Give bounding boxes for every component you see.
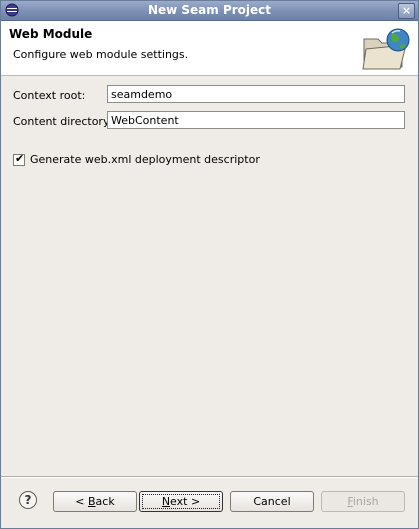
back-button[interactable]: < Back [53, 491, 137, 512]
title-bar[interactable]: New Seam Project × [1, 1, 418, 21]
next-mnemonic: N [161, 495, 171, 508]
next-button[interactable]: Next > [139, 491, 223, 512]
content-directory-input[interactable] [107, 111, 405, 129]
cancel-button[interactable]: Cancel [230, 491, 314, 512]
folder-globe-icon [362, 28, 410, 70]
help-icon[interactable]: ? [19, 491, 37, 509]
finish-button[interactable]: Finish [321, 491, 405, 512]
back-label-rest: ack [95, 495, 115, 508]
window-title: New Seam Project [147, 3, 272, 17]
form-area: Context root: Content directory: ✔ Gener… [1, 76, 418, 476]
generate-webxml-label[interactable]: Generate web.xml deployment descriptor [30, 153, 260, 166]
close-icon[interactable]: × [398, 3, 415, 19]
page-description: Configure web module settings. [13, 48, 189, 61]
checkmark-icon: ✔ [15, 152, 25, 165]
wizard-window: New Seam Project × Web Module Configure … [0, 0, 419, 529]
finish-label-rest: inish [352, 495, 379, 508]
back-mnemonic: B [88, 495, 96, 508]
generate-webxml-checkbox[interactable]: ✔ [13, 152, 25, 166]
context-root-input[interactable] [107, 85, 405, 103]
context-root-label: Context root: [13, 89, 86, 102]
next-label-rest: ext > [170, 495, 201, 508]
back-prefix: < [75, 495, 88, 508]
button-bar-separator [1, 476, 418, 478]
wizard-header: Web Module Configure web module settings… [1, 21, 418, 76]
content-directory-label: Content directory: [13, 115, 113, 128]
page-title: Web Module [9, 27, 93, 41]
